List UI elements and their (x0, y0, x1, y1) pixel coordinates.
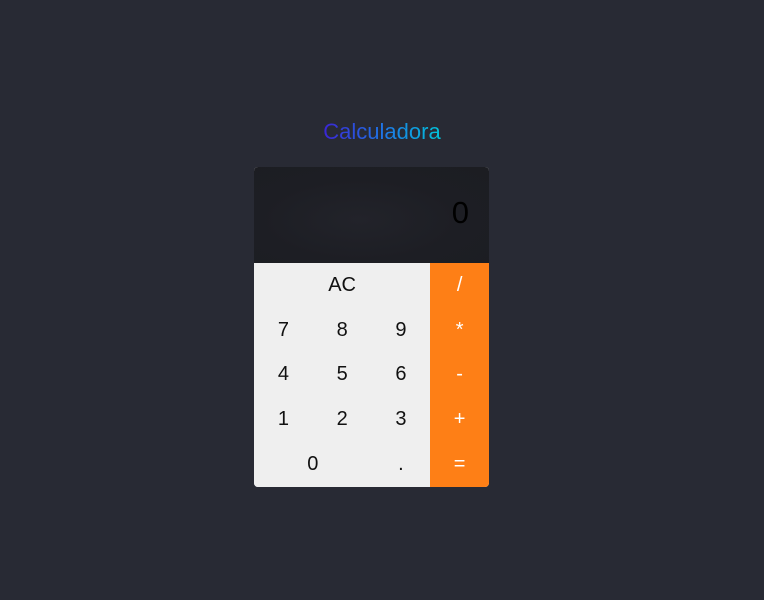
digit-7-button[interactable]: 7 (254, 307, 313, 353)
calculator: 0 AC / 7 8 9 * 4 5 6 - 1 2 3 + 0 . = (254, 167, 489, 487)
clear-button[interactable]: AC (254, 263, 431, 308)
calculator-page: Calculadora 0 AC / 7 8 9 * 4 5 6 - 1 2 3… (0, 0, 764, 600)
digit-2-button[interactable]: 2 (312, 397, 372, 443)
display-value: 0 (451, 195, 469, 230)
multiply-button[interactable]: * (430, 307, 489, 353)
subtract-button[interactable]: - (430, 352, 489, 398)
digit-5-button[interactable]: 5 (312, 352, 372, 398)
digit-6-button[interactable]: 6 (371, 352, 431, 398)
digit-1-button[interactable]: 1 (254, 397, 313, 443)
keypad: AC / 7 8 9 * 4 5 6 - 1 2 3 + 0 . = (254, 263, 489, 487)
digit-4-button[interactable]: 4 (254, 352, 313, 398)
digit-8-button[interactable]: 8 (312, 307, 372, 353)
digit-9-button[interactable]: 9 (371, 307, 431, 353)
page-title: Calculadora (0, 116, 764, 148)
digit-0-button[interactable]: 0 (254, 442, 372, 487)
add-button[interactable]: + (430, 397, 489, 443)
decimal-button[interactable]: . (371, 442, 431, 487)
digit-3-button[interactable]: 3 (371, 397, 431, 443)
calculator-display: 0 (254, 167, 489, 263)
page-title-text: Calculadora (323, 119, 441, 144)
equals-button[interactable]: = (430, 442, 489, 487)
divide-button[interactable]: / (430, 263, 489, 308)
